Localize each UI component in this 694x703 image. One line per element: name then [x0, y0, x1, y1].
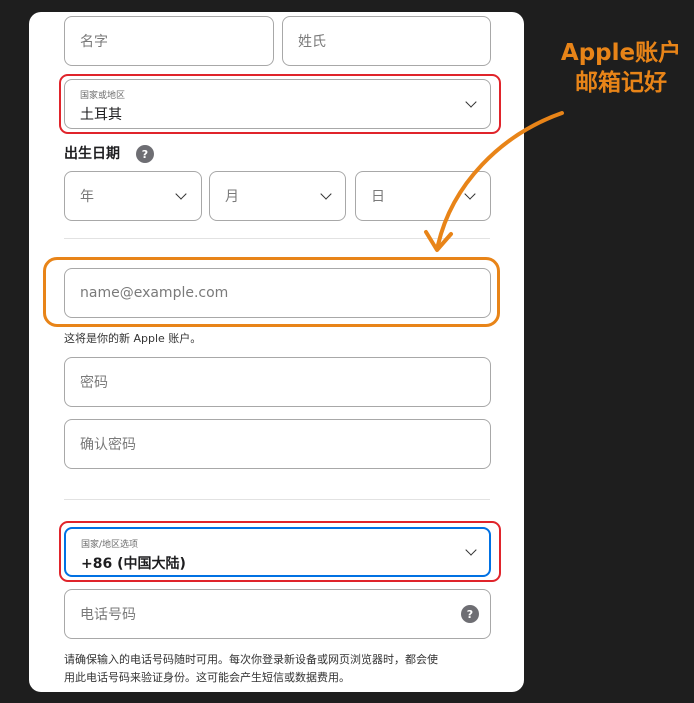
birth-month-select[interactable]: 月 — [209, 171, 346, 221]
email-placeholder: name@example.com — [80, 285, 229, 301]
section-divider — [64, 238, 490, 239]
chevron-down-icon — [464, 188, 476, 200]
phone-region-value: +86 (中国大陆) — [81, 556, 186, 572]
birth-day-select[interactable]: 日 — [355, 171, 491, 221]
signup-form-card: 名字 姓氏 国家或地区 土耳其 出生日期 ? 年 月 日 name@exampl… — [29, 12, 524, 692]
last-name-placeholder: 姓氏 — [298, 34, 326, 50]
phone-note-line2: 用此电话号码来验证身份。这可能会产生短信或数据费用。 — [64, 671, 350, 684]
confirm-password-placeholder: 确认密码 — [80, 437, 136, 453]
phone-region-select[interactable]: 国家/地区选项 +86 (中国大陆) — [64, 527, 491, 577]
email-hint: 这将是你的新 Apple 账户。 — [64, 332, 202, 345]
phone-help-icon[interactable]: ? — [461, 605, 479, 623]
phone-number-placeholder: 电话号码 — [80, 607, 136, 623]
chevron-down-icon — [320, 188, 332, 200]
chevron-down-icon — [465, 96, 477, 108]
birth-month-placeholder: 月 — [225, 189, 239, 205]
annotation-line2: 邮箱记好 — [575, 70, 667, 96]
first-name-placeholder: 名字 — [80, 34, 108, 50]
section-divider — [64, 499, 490, 500]
password-field[interactable]: 密码 — [64, 357, 491, 407]
email-annotation: Apple账户 邮箱记好 — [548, 38, 694, 98]
confirm-password-field[interactable]: 确认密码 — [64, 419, 491, 469]
birth-year-select[interactable]: 年 — [64, 171, 202, 221]
chevron-down-icon — [465, 544, 477, 556]
first-name-field[interactable]: 名字 — [64, 16, 274, 66]
birthday-title: 出生日期 — [64, 146, 120, 162]
last-name-field[interactable]: 姓氏 — [282, 16, 491, 66]
birth-year-placeholder: 年 — [80, 189, 94, 205]
birthday-help-icon[interactable]: ? — [136, 145, 154, 163]
annotation-line1: Apple账户 — [560, 40, 682, 66]
country-label: 国家或地区 — [80, 91, 126, 101]
password-placeholder: 密码 — [80, 375, 108, 391]
birth-day-placeholder: 日 — [371, 189, 385, 205]
country-value: 土耳其 — [80, 107, 122, 123]
country-select[interactable]: 国家或地区 土耳其 — [64, 79, 491, 129]
phone-region-label: 国家/地区选项 — [81, 540, 139, 550]
email-field[interactable]: name@example.com — [64, 268, 491, 318]
phone-number-field[interactable]: 电话号码 ? — [64, 589, 491, 639]
phone-note-line1: 请确保输入的电话号码随时可用。每次你登录新设备或网页浏览器时，都会使 — [64, 653, 438, 666]
chevron-down-icon — [175, 188, 187, 200]
